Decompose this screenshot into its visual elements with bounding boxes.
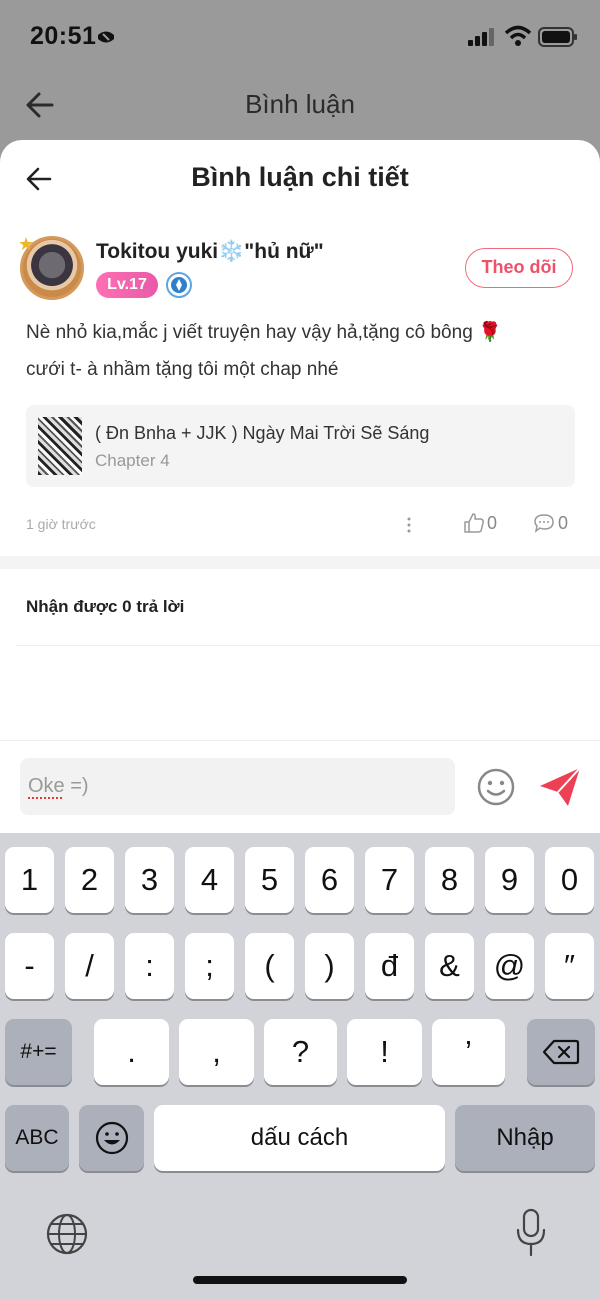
key-emoji[interactable] (79, 1105, 144, 1171)
comment-line-1: Nè nhỏ kia,mắc j viết truyện hay vậy hả,… (26, 314, 581, 351)
key-at[interactable]: @ (485, 933, 534, 999)
wifi-icon (505, 25, 531, 46)
emoji-icon[interactable] (476, 767, 516, 807)
input-misspelled-word: Oke (28, 775, 65, 797)
rose-emoji: 🌹 (478, 322, 502, 343)
story-title: ( Đn Bnha + JJK ) Ngày Mai Trời Sẽ Sáng (95, 423, 430, 443)
key-d-stroke[interactable]: đ (365, 933, 414, 999)
status-time: 20:51 (30, 22, 97, 50)
divider (16, 645, 600, 646)
comment-text: Nè nhỏ kia,mắc j viết truyện hay vậy hả,… (26, 314, 581, 388)
key-backspace[interactable] (527, 1019, 595, 1085)
home-indicator (193, 1276, 407, 1284)
comment-timestamp: 1 giờ trước (26, 516, 96, 532)
key-7[interactable]: 7 (365, 847, 414, 913)
sheet-title: Bình luận chi tiết (191, 162, 409, 192)
battery-icon (538, 27, 577, 47)
key-0[interactable]: 0 (545, 847, 594, 913)
microphone-icon[interactable] (515, 1208, 547, 1258)
key-2[interactable]: 2 (65, 847, 114, 913)
comment-input[interactable]: Oke =) (20, 758, 455, 815)
key-ampersand[interactable]: & (425, 933, 474, 999)
reply-count: 0 (558, 513, 569, 533)
medal-icon (166, 272, 192, 298)
section-divider (0, 556, 600, 569)
replies-heading: Nhận được 0 trả lời (26, 597, 185, 616)
user-name-text: Tokitou yuki (96, 240, 219, 263)
key-6[interactable]: 6 (305, 847, 354, 913)
focus-mode-icon (98, 31, 114, 43)
input-text-rest: =) (64, 775, 89, 797)
comment-line-2: cưới t- à nhầm tặng tôi một chap nhé (26, 359, 339, 380)
reply-icon[interactable] (533, 513, 555, 533)
more-options-icon[interactable] (404, 515, 414, 535)
key-4[interactable]: 4 (185, 847, 234, 913)
key-abc[interactable]: ABC (5, 1105, 69, 1171)
cellular-signal-icon (468, 28, 494, 46)
key-open-paren[interactable]: ( (245, 933, 294, 999)
level-badge: Lv.17 (96, 272, 158, 298)
user-name-emoji: ❄️ (218, 240, 245, 263)
story-chapter: Chapter 4 (95, 451, 170, 470)
status-bar: 20:51 (0, 0, 600, 72)
key-slash[interactable]: / (65, 933, 114, 999)
key-1[interactable]: 1 (5, 847, 54, 913)
follow-button[interactable]: Theo dõi (465, 248, 573, 288)
key-3[interactable]: 3 (125, 847, 174, 913)
key-more-symbols[interactable]: #+= (5, 1019, 72, 1085)
key-comma[interactable]: , (179, 1019, 254, 1085)
key-colon[interactable]: : (125, 933, 174, 999)
key-9[interactable]: 9 (485, 847, 534, 913)
key-8[interactable]: 8 (425, 847, 474, 913)
key-period[interactable]: . (94, 1019, 169, 1085)
key-apostrophe[interactable]: ’ (432, 1019, 505, 1085)
key-close-paren[interactable]: ) (305, 933, 354, 999)
key-question[interactable]: ? (264, 1019, 337, 1085)
background-title: Bình luận (245, 89, 355, 119)
emoji-keyboard-icon (95, 1121, 128, 1155)
key-enter[interactable]: Nhập (455, 1105, 595, 1171)
user-name-suffix: "hủ nữ" (244, 240, 324, 263)
globe-icon[interactable] (45, 1212, 89, 1256)
like-icon[interactable] (463, 512, 485, 534)
key-quote[interactable]: ″ (545, 933, 594, 999)
story-card[interactable]: ( Đn Bnha + JJK ) Ngày Mai Trời Sẽ Sáng … (26, 405, 575, 487)
story-cover-thumbnail (38, 417, 82, 475)
send-icon[interactable] (538, 766, 582, 808)
key-space[interactable]: dấu cách (154, 1105, 445, 1171)
like-count: 0 (487, 513, 498, 533)
divider (0, 740, 600, 741)
key-semicolon[interactable]: ; (185, 933, 234, 999)
backspace-icon (542, 1039, 580, 1065)
avatar-frame-star-icon: ★ (18, 234, 35, 254)
key-exclamation[interactable]: ! (347, 1019, 422, 1085)
comment-detail-sheet: Bình luận chi tiết ★ Tokitou yuki❄️"hủ n… (0, 140, 600, 840)
comment-line-1-text: Nè nhỏ kia,mắc j viết truyện hay vậy hả,… (26, 322, 473, 343)
key-5[interactable]: 5 (245, 847, 294, 913)
user-name[interactable]: Tokitou yuki❄️"hủ nữ" (96, 240, 324, 264)
key-hyphen[interactable]: - (5, 933, 54, 999)
